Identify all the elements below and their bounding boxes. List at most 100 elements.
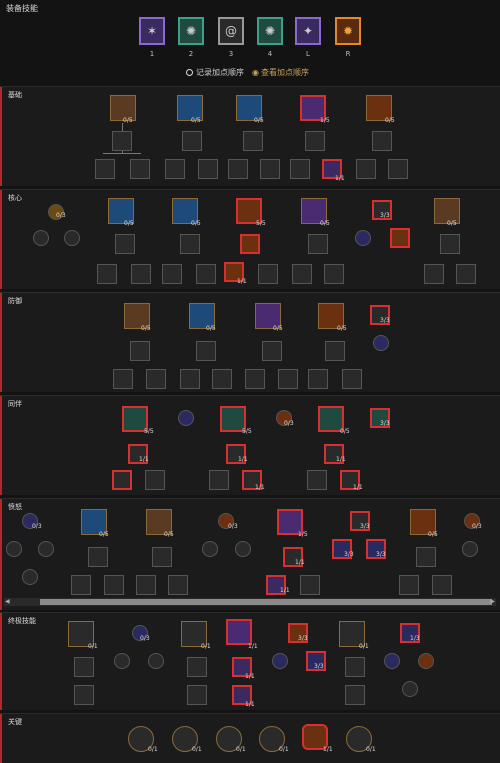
upgrade-node[interactable] <box>168 575 188 595</box>
upgrade-node[interactable] <box>308 234 328 254</box>
passive-node[interactable] <box>33 230 49 246</box>
upgrade-node[interactable] <box>290 159 310 179</box>
upgrade-node[interactable] <box>165 159 185 179</box>
rank-count: 0/5 <box>273 325 283 332</box>
skill-node-selected[interactable] <box>226 619 252 645</box>
upgrade-node[interactable] <box>345 657 365 677</box>
rank-count: 0/5 <box>141 325 151 332</box>
skill-slot-3[interactable]: @3 <box>218 17 244 58</box>
view-order-link[interactable]: ◉ 查看加点顺序 <box>252 67 309 78</box>
upgrade-node[interactable] <box>71 575 91 595</box>
upgrade-node[interactable] <box>112 131 132 151</box>
upgrade-node[interactable] <box>212 369 232 389</box>
scroll-right-icon[interactable]: ▶ <box>490 598 495 605</box>
scrollbar-thumb[interactable] <box>40 599 492 605</box>
upgrade-node[interactable] <box>131 264 151 284</box>
skill-slot-r[interactable]: ✹ R <box>335 17 361 58</box>
upgrade-node[interactable] <box>113 369 133 389</box>
skill-slot-4[interactable]: ✺ 4 <box>257 17 283 58</box>
passive-node[interactable] <box>178 410 194 426</box>
passive-node[interactable] <box>22 569 38 585</box>
allocation-options: 记录加点顺序 ◉ 查看加点顺序 <box>186 67 309 78</box>
upgrade-node[interactable] <box>305 131 325 151</box>
passive-node[interactable] <box>384 653 400 669</box>
passive-node[interactable] <box>38 541 54 557</box>
upgrade-node[interactable] <box>162 264 182 284</box>
passive-node[interactable] <box>202 541 218 557</box>
upgrade-node[interactable] <box>399 575 419 595</box>
upgrade-node[interactable] <box>182 131 202 151</box>
upgrade-node[interactable] <box>130 341 150 361</box>
upgrade-node[interactable] <box>88 547 108 567</box>
fire-icon: ✹ <box>342 24 354 38</box>
scroll-left-icon[interactable]: ◀ <box>5 598 10 605</box>
upgrade-node[interactable] <box>456 264 476 284</box>
passive-node[interactable] <box>462 541 478 557</box>
upgrade-node[interactable] <box>345 685 365 705</box>
upgrade-node[interactable] <box>308 369 328 389</box>
passive-node[interactable] <box>114 653 130 669</box>
upgrade-node[interactable] <box>196 264 216 284</box>
upgrade-node[interactable] <box>74 685 94 705</box>
passive-node[interactable] <box>373 335 389 351</box>
upgrade-node[interactable] <box>74 657 94 677</box>
upgrade-node[interactable] <box>342 369 362 389</box>
passive-node-selected[interactable] <box>390 228 410 248</box>
passive-node[interactable] <box>64 230 80 246</box>
upgrade-node[interactable] <box>388 159 408 179</box>
upgrade-node[interactable] <box>356 159 376 179</box>
upgrade-node[interactable] <box>198 159 218 179</box>
passive-node[interactable] <box>418 653 434 669</box>
upgrade-node[interactable] <box>258 264 278 284</box>
eye-icon: ◉ <box>252 68 259 77</box>
upgrade-node[interactable] <box>187 685 207 705</box>
upgrade-node[interactable] <box>245 369 265 389</box>
rank-count: 1/5 <box>298 531 308 538</box>
upgrade-node[interactable] <box>115 234 135 254</box>
upgrade-node-selected[interactable] <box>112 470 132 490</box>
rank-count: 1/1 <box>255 484 265 491</box>
upgrade-node[interactable] <box>416 547 436 567</box>
upgrade-node[interactable] <box>187 657 207 677</box>
upgrade-node[interactable] <box>432 575 452 595</box>
upgrade-node[interactable] <box>196 341 216 361</box>
upgrade-node[interactable] <box>307 470 327 490</box>
upgrade-node[interactable] <box>130 159 150 179</box>
upgrade-node[interactable] <box>97 264 117 284</box>
upgrade-node[interactable] <box>278 369 298 389</box>
record-order-toggle[interactable]: 记录加点顺序 <box>186 67 244 78</box>
upgrade-node[interactable] <box>209 470 229 490</box>
upgrade-node-selected[interactable] <box>240 234 260 254</box>
upgrade-node[interactable] <box>424 264 444 284</box>
upgrade-node[interactable] <box>152 547 172 567</box>
passive-node[interactable] <box>235 541 251 557</box>
upgrade-node[interactable] <box>372 131 392 151</box>
passive-node[interactable] <box>355 230 371 246</box>
upgrade-node[interactable] <box>145 470 165 490</box>
upgrade-node[interactable] <box>104 575 124 595</box>
passive-node[interactable] <box>402 681 418 697</box>
upgrade-node[interactable] <box>243 131 263 151</box>
upgrade-node[interactable] <box>324 264 344 284</box>
upgrade-node[interactable] <box>180 234 200 254</box>
upgrade-node[interactable] <box>300 575 320 595</box>
passive-node[interactable] <box>6 541 22 557</box>
passive-node[interactable] <box>272 653 288 669</box>
upgrade-node[interactable] <box>95 159 115 179</box>
upgrade-node[interactable] <box>262 341 282 361</box>
section-title: 愤怒 <box>8 503 22 511</box>
upgrade-node[interactable] <box>146 369 166 389</box>
skill-slot-l[interactable]: ✦ L <box>295 17 321 58</box>
upgrade-node[interactable] <box>292 264 312 284</box>
upgrade-node[interactable] <box>260 159 280 179</box>
passive-node[interactable] <box>148 653 164 669</box>
skill-slot-2[interactable]: ✺ 2 <box>178 17 204 58</box>
radio-icon <box>186 69 193 76</box>
upgrade-node[interactable] <box>440 234 460 254</box>
upgrade-node[interactable] <box>180 369 200 389</box>
horizontal-scrollbar[interactable]: ◀ ▶ <box>4 598 496 606</box>
upgrade-node[interactable] <box>325 341 345 361</box>
upgrade-node[interactable] <box>136 575 156 595</box>
upgrade-node[interactable] <box>228 159 248 179</box>
skill-slot-1[interactable]: ✶ 1 <box>139 17 165 58</box>
